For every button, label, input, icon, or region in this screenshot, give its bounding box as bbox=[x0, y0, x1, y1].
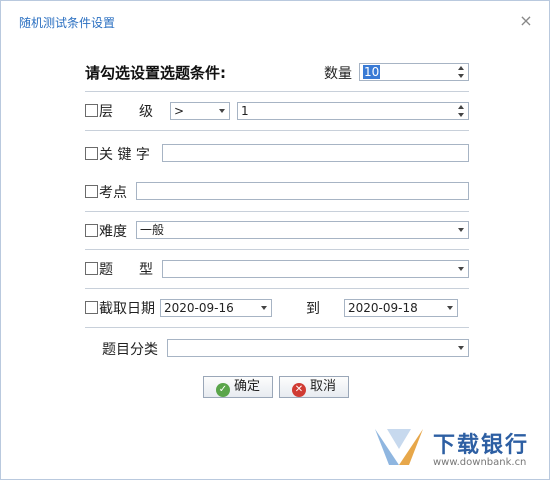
level-operator-value: > bbox=[174, 104, 185, 118]
chevron-down-icon bbox=[458, 228, 464, 232]
chevron-down-icon bbox=[447, 306, 453, 310]
divider bbox=[85, 91, 469, 92]
quantity-spin-icon[interactable] bbox=[456, 65, 466, 79]
date-to-picker[interactable]: 2020-09-18 bbox=[344, 299, 458, 317]
level-spin-icon[interactable] bbox=[456, 104, 466, 118]
quantity-label: 数量 bbox=[324, 66, 352, 82]
close-icon[interactable]: × bbox=[517, 12, 535, 30]
level-label-a: 层 bbox=[99, 104, 113, 120]
question-type-label-a: 题 bbox=[99, 262, 113, 278]
check-icon: ✓ bbox=[215, 383, 230, 397]
category-label: 题目分类 bbox=[102, 342, 158, 358]
ok-button-label: 确定 bbox=[233, 379, 260, 394]
level-operator-select[interactable]: > bbox=[170, 102, 230, 120]
keyword-label: 关 键 字 bbox=[99, 147, 150, 163]
exam-point-input[interactable] bbox=[136, 182, 469, 200]
date-from-picker[interactable]: 2020-09-16 bbox=[160, 299, 272, 317]
exam-point-checkbox[interactable] bbox=[85, 185, 98, 198]
category-select[interactable] bbox=[167, 339, 469, 357]
window-title: 随机测试条件设置 bbox=[19, 16, 116, 30]
chevron-down-icon bbox=[458, 267, 464, 271]
question-type-label-b: 型 bbox=[139, 262, 153, 278]
date-to-value: 2020-09-18 bbox=[348, 301, 418, 315]
title-bar: 随机测试条件设置 × bbox=[1, 1, 549, 43]
quantity-stepper[interactable]: 10 bbox=[359, 63, 469, 81]
exam-point-label: 考点 bbox=[99, 185, 127, 201]
difficulty-checkbox[interactable] bbox=[85, 224, 98, 237]
chevron-down-icon bbox=[458, 346, 464, 350]
close-circle-icon: ✕ bbox=[291, 383, 306, 397]
question-type-select[interactable] bbox=[162, 260, 469, 278]
cancel-button-label: 取消 bbox=[309, 379, 336, 394]
keyword-checkbox[interactable] bbox=[85, 147, 98, 160]
watermark-url: www.downbank.cn bbox=[433, 457, 527, 468]
level-value-stepper[interactable]: 1 bbox=[237, 102, 469, 120]
quantity-value: 10 bbox=[363, 65, 381, 79]
divider bbox=[85, 327, 469, 328]
chevron-down-icon bbox=[261, 306, 267, 310]
level-checkbox[interactable] bbox=[85, 104, 98, 117]
level-value: 1 bbox=[241, 104, 249, 118]
watermark: 下载银行 www.downbank.cn bbox=[373, 425, 545, 475]
chevron-down-icon bbox=[219, 109, 225, 113]
difficulty-label: 难度 bbox=[99, 224, 127, 240]
form-heading: 请勾选设置选题条件: bbox=[85, 64, 226, 82]
difficulty-value: 一般 bbox=[140, 223, 165, 237]
divider bbox=[85, 211, 469, 212]
date-range-label: 截取日期 bbox=[99, 301, 155, 317]
keyword-input[interactable] bbox=[162, 144, 469, 162]
question-type-checkbox[interactable] bbox=[85, 262, 98, 275]
date-to-label: 到 bbox=[306, 301, 320, 317]
downbank-logo-icon bbox=[375, 429, 423, 465]
dialog: 随机测试条件设置 × 请勾选设置选题条件: 数量 10 层 级 > 1 关 键 … bbox=[0, 0, 550, 480]
level-label-b: 级 bbox=[139, 104, 153, 120]
divider bbox=[85, 249, 469, 250]
divider bbox=[85, 130, 469, 131]
divider bbox=[85, 288, 469, 289]
watermark-name: 下载银行 bbox=[433, 433, 530, 458]
date-range-checkbox[interactable] bbox=[85, 301, 98, 314]
ok-button[interactable]: ✓ 确定 bbox=[203, 376, 273, 398]
difficulty-select[interactable]: 一般 bbox=[136, 221, 469, 239]
date-from-value: 2020-09-16 bbox=[164, 301, 234, 315]
cancel-button[interactable]: ✕ 取消 bbox=[279, 376, 349, 398]
